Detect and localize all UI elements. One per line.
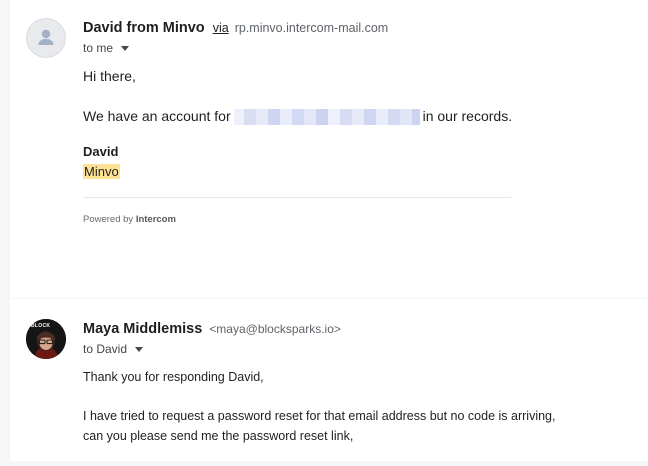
sender-avatar[interactable] <box>26 18 66 58</box>
account-line-start: We have an account for <box>83 108 231 124</box>
avatar-block-text: BLOCK <box>31 323 51 329</box>
sender-avatar-photo[interactable]: BLOCK <box>26 319 66 359</box>
account-line: We have an account for in our records. <box>83 108 513 126</box>
powered-brand[interactable]: Intercom <box>136 214 176 225</box>
sender-email: <maya@blocksparks.io> <box>209 322 341 336</box>
via-domain: rp.minvo.intercom-mail.com <box>234 21 389 35</box>
divider <box>83 197 511 198</box>
person-icon <box>38 29 54 45</box>
recipient-label: to me <box>83 41 114 55</box>
recipient-details-toggle[interactable]: to me <box>83 41 130 55</box>
reply-line-1: Thank you for responding David, <box>83 370 264 384</box>
reply-line-2: I have tried to request a password reset… <box>83 409 556 423</box>
sender-name[interactable]: Maya Middlemiss <box>83 321 202 337</box>
recipient-label: to David <box>83 342 128 356</box>
reply-line-3: can you please send me the password rese… <box>83 429 354 443</box>
caret-down-icon[interactable] <box>121 46 130 51</box>
powered-prefix: Powered by <box>83 214 134 225</box>
redacted-email <box>233 109 420 126</box>
powered-by: Powered by Intercom <box>83 214 176 225</box>
greeting-text: Hi there, <box>83 68 136 84</box>
via-link[interactable]: via <box>213 21 229 35</box>
sender-name[interactable]: David from Minvo <box>83 20 205 36</box>
signature-name: David <box>83 144 119 159</box>
sender-header: Maya Middlemiss <maya@blocksparks.io> <box>83 320 341 338</box>
caret-down-icon[interactable] <box>135 347 144 352</box>
account-line-end: in our records. <box>422 108 513 124</box>
recipient-details-toggle[interactable]: to David <box>83 342 144 356</box>
signature-company: Minvo <box>83 164 120 179</box>
email-message-maya: BLOCK Maya Middlemiss <maya@blocksparks.… <box>10 299 648 461</box>
sender-header: David from Minvo via rp.minvo.intercom-m… <box>83 19 388 37</box>
email-message-david: David from Minvo via rp.minvo.intercom-m… <box>10 0 648 298</box>
